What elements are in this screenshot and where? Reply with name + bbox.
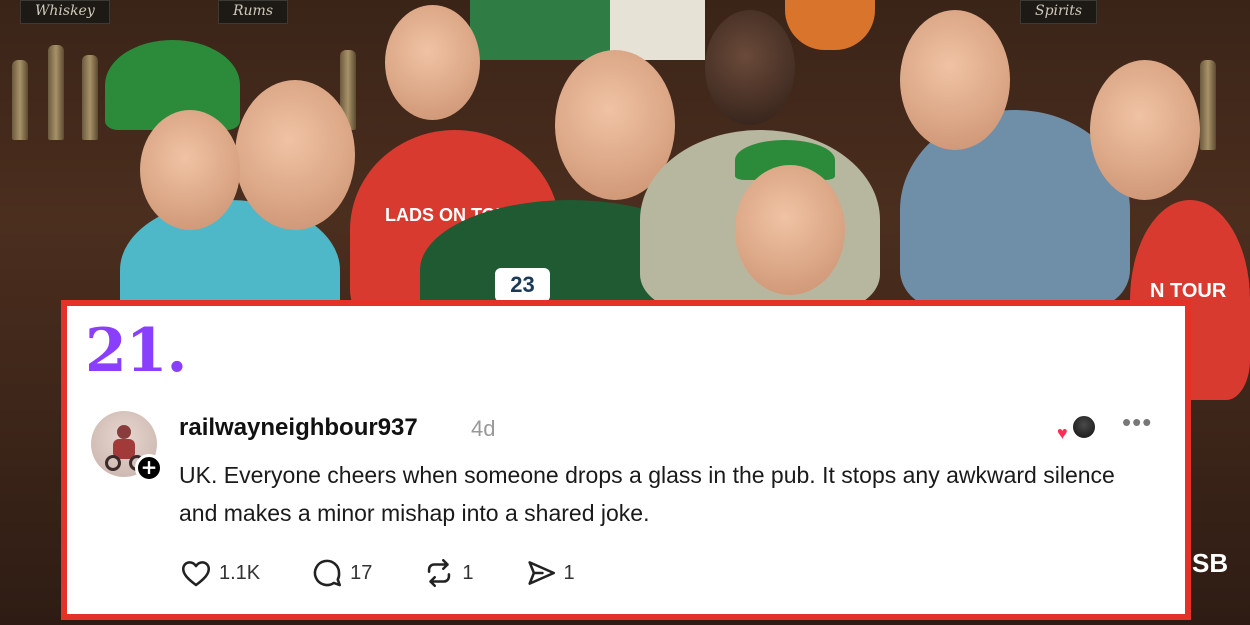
- person-head: [385, 5, 480, 120]
- bottle: [1200, 60, 1216, 150]
- reply-button[interactable]: 17: [310, 556, 372, 590]
- person-head: [235, 80, 355, 230]
- person-head: [1090, 60, 1200, 200]
- heart-icon: ♥: [1057, 423, 1068, 443]
- person-head: [900, 10, 1010, 150]
- repost-count: 1: [462, 561, 474, 584]
- username[interactable]: railwayneighbour937: [179, 414, 418, 442]
- person-head: [140, 110, 240, 230]
- post-card: 21. + railwayneighbour937 4d ♥ ••• UK. E…: [61, 300, 1191, 620]
- send-icon: [527, 561, 555, 585]
- balloon: [785, 0, 875, 50]
- post-number: 21.: [85, 316, 187, 386]
- bar-sign: Whiskey: [20, 0, 110, 24]
- bar-sign: Rums: [218, 0, 289, 24]
- person-head: [735, 165, 845, 295]
- shirt-number: 23: [495, 268, 550, 302]
- plus-icon[interactable]: +: [135, 454, 163, 482]
- share-button[interactable]: 1: [524, 556, 575, 590]
- bar-sign: Spirits: [1020, 0, 1098, 24]
- bottle: [48, 45, 64, 140]
- share-count: 1: [563, 561, 575, 584]
- bottle: [82, 55, 98, 140]
- post-timestamp: 4d: [471, 416, 496, 441]
- heart-outline-icon: [181, 561, 211, 587]
- reactors: ♥: [1057, 414, 1103, 442]
- action-bar: 1.1K 17 1 1: [179, 556, 625, 590]
- person-head: [705, 10, 795, 125]
- reactor-avatar: [1071, 414, 1097, 440]
- irish-flag: [470, 0, 610, 60]
- reply-count: 17: [350, 561, 373, 584]
- like-count: 1.1K: [219, 561, 261, 584]
- more-options-icon[interactable]: •••: [1122, 409, 1152, 435]
- repost-icon: [428, 558, 451, 588]
- tap-badge-text: SB: [1192, 548, 1229, 578]
- comment-icon: [313, 559, 342, 587]
- like-button[interactable]: 1.1K: [179, 556, 260, 590]
- repost-button[interactable]: 1: [422, 556, 474, 590]
- bottle: [12, 60, 28, 140]
- post-text: UK. Everyone cheers when someone drops a…: [179, 462, 1115, 526]
